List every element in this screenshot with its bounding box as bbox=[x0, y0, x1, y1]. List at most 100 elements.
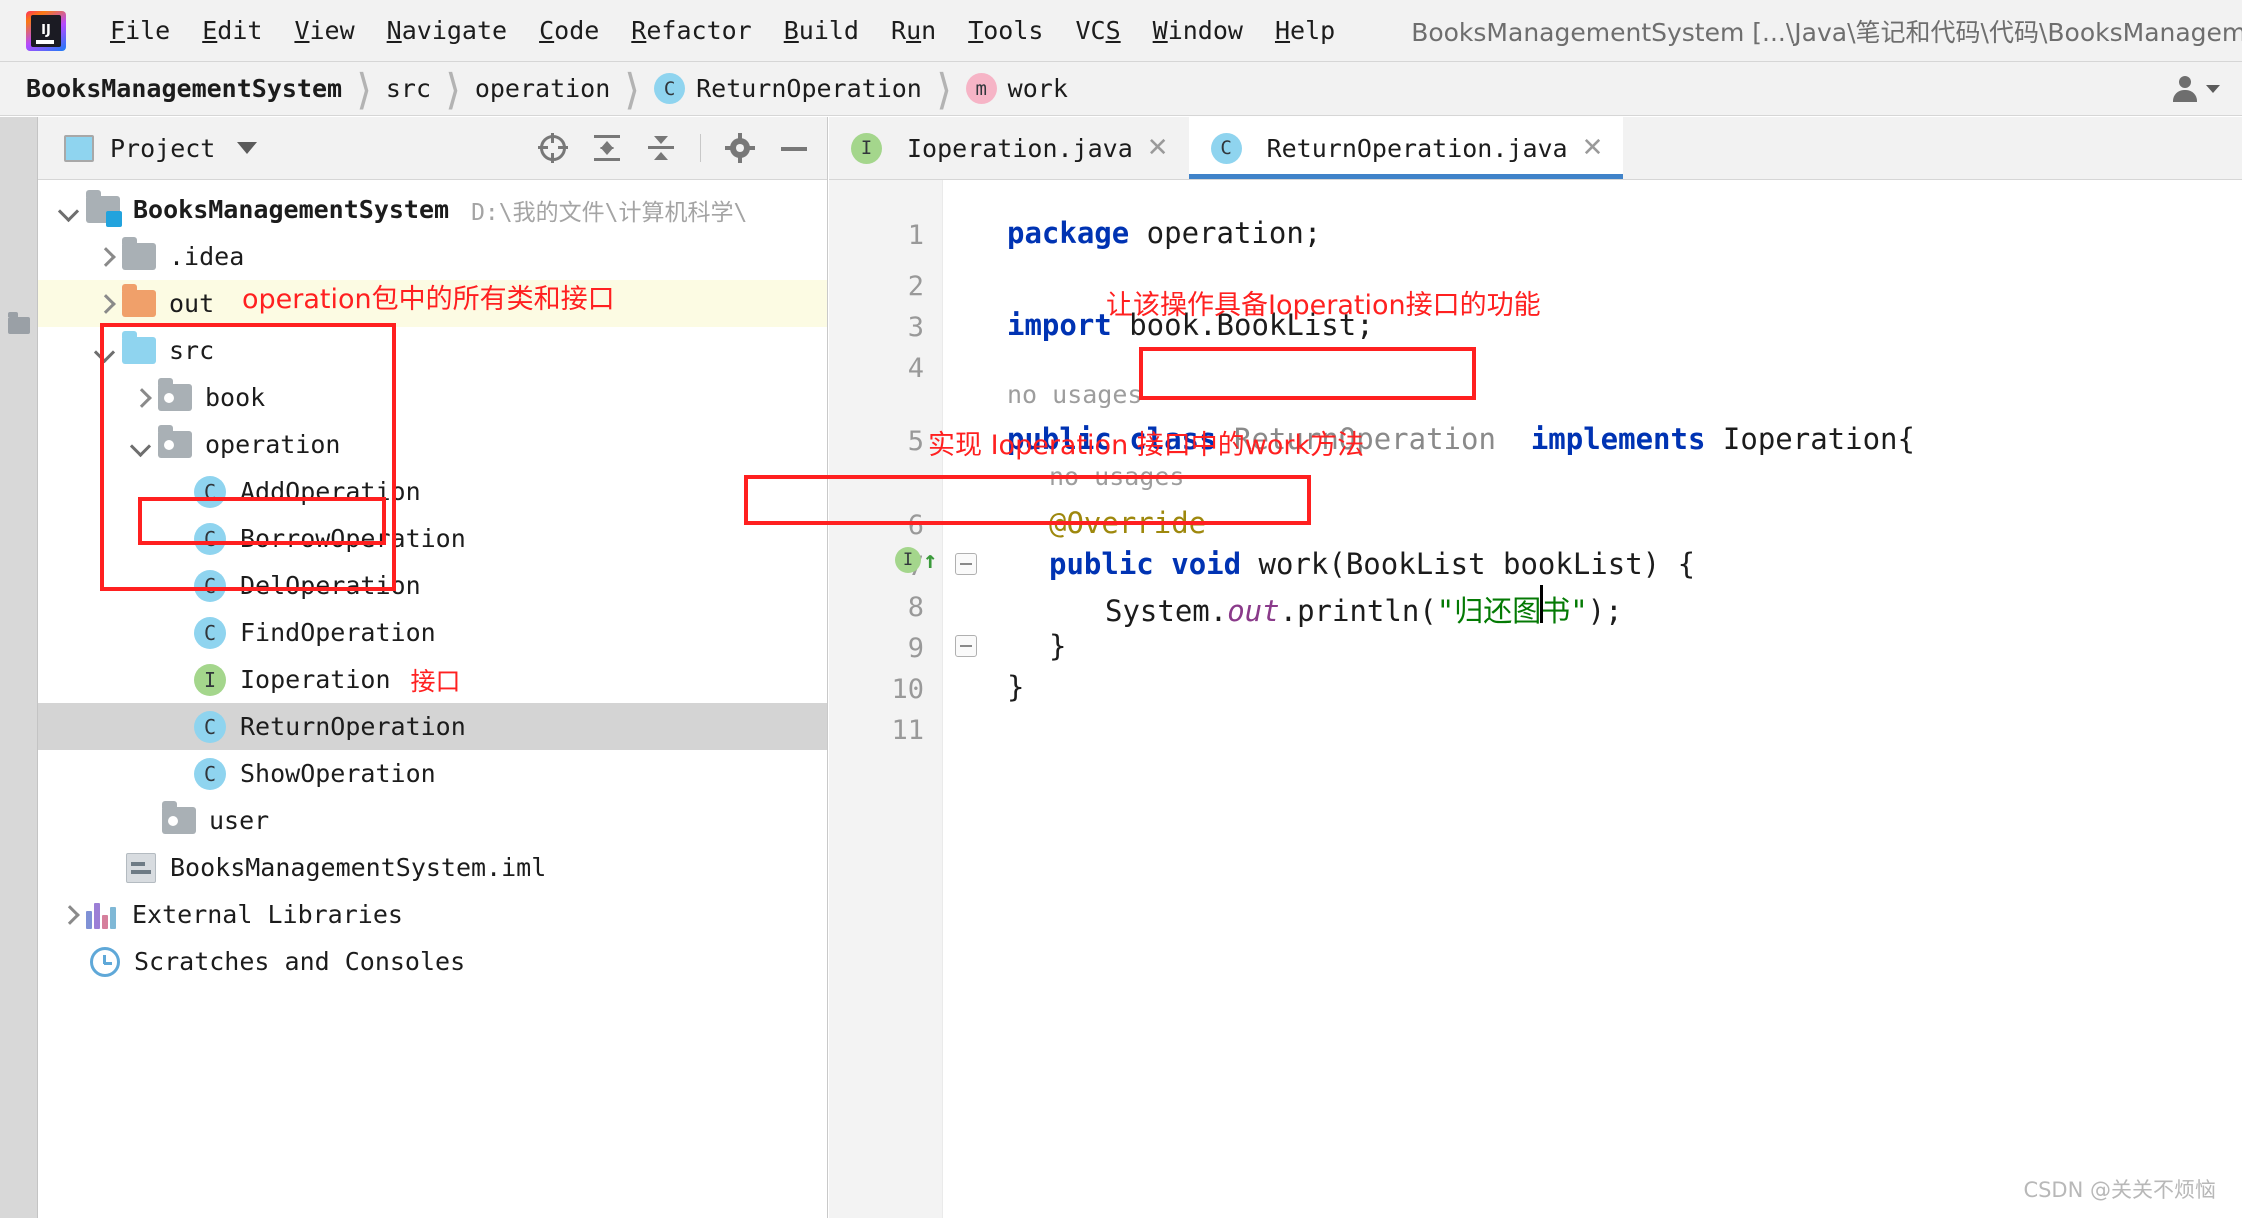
breadcrumb-label: src bbox=[386, 74, 431, 103]
menu-window[interactable]: Window bbox=[1137, 0, 1259, 62]
breadcrumb-separator: ❯ bbox=[625, 67, 639, 111]
menu-edit[interactable]: Edit bbox=[186, 0, 278, 62]
tree-node-addoperation[interactable]: C AddOperation bbox=[38, 468, 827, 515]
breadcrumb-item-work[interactable]: m work bbox=[966, 73, 1068, 104]
menu-help[interactable]: Help bbox=[1259, 0, 1351, 62]
line-number: 10 bbox=[891, 674, 924, 705]
tree-node-label: BooksManagementSystem bbox=[133, 195, 449, 224]
tree-node-booksmanagementsystem[interactable]: BooksManagementSystem D:\我的文件\计算机科学\ bbox=[38, 186, 827, 233]
string-literal: "归还图书" bbox=[1437, 594, 1588, 628]
usage-hint-class[interactable]: no usages bbox=[1007, 380, 1142, 409]
project-view-chevron-down-icon[interactable] bbox=[237, 142, 257, 154]
code-line-9: } bbox=[1049, 629, 1066, 663]
code-line-8: System.out.println("归还图书"); bbox=[1105, 588, 1623, 630]
tree-node-operation[interactable]: operation bbox=[38, 421, 827, 468]
implements-method-marker-icon[interactable]: I ↑ bbox=[895, 546, 937, 574]
keyword-public: public bbox=[1049, 547, 1154, 581]
code-line-1: package operation; bbox=[1007, 216, 1321, 250]
tree-node-scratches-consoles[interactable]: Scratches and Consoles bbox=[38, 938, 827, 985]
tree-node-returnoperation[interactable]: C ReturnOperation bbox=[38, 703, 827, 750]
line-number: 8 bbox=[908, 592, 924, 623]
code-editor[interactable]: 1 2 3 4 5 6 7 8 9 10 11 I ↑ package oper… bbox=[829, 180, 2242, 1218]
navigation-bar: BooksManagementSystem ❯ src ❯ operation … bbox=[0, 62, 2242, 116]
tree-node-idea[interactable]: .idea bbox=[38, 233, 827, 280]
breadcrumb-item-returnoperation[interactable]: C ReturnOperation bbox=[654, 73, 922, 104]
tree-node-borrowoperation[interactable]: C BorrowOperation bbox=[38, 515, 827, 562]
code-text: operation; bbox=[1129, 216, 1321, 250]
line-number: 1 bbox=[908, 220, 924, 251]
close-icon[interactable]: ✕ bbox=[1147, 133, 1169, 163]
breadcrumb-separator: ❯ bbox=[357, 67, 371, 111]
class-badge-icon: C bbox=[654, 73, 685, 104]
menu-build[interactable]: Build bbox=[768, 0, 875, 62]
tree-node-iml-file[interactable]: BooksManagementSystem.iml bbox=[38, 844, 827, 891]
keyword-import: import bbox=[1007, 308, 1112, 342]
code-text-area[interactable]: package operation; import book.BookList;… bbox=[993, 180, 2242, 1218]
tab-ioperation-java[interactable]: I Ioperation.java ✕ bbox=[829, 117, 1189, 179]
line-number: 11 bbox=[891, 715, 924, 746]
logo-bar bbox=[36, 40, 54, 44]
tree-node-label: Ioperation bbox=[240, 665, 391, 694]
line-number: 6 bbox=[908, 510, 924, 541]
chevron-down-icon[interactable] bbox=[54, 196, 82, 224]
account-icon[interactable] bbox=[2170, 74, 2200, 104]
breadcrumb-item-src[interactable]: src bbox=[386, 74, 431, 103]
breadcrumb-separator: ❯ bbox=[937, 67, 951, 111]
menu-code[interactable]: Code bbox=[523, 0, 615, 62]
locate-icon[interactable] bbox=[538, 133, 568, 163]
tree-node-book[interactable]: book bbox=[38, 374, 827, 421]
chevron-down-icon[interactable] bbox=[90, 337, 118, 365]
code-line-10: } bbox=[1007, 670, 1024, 704]
breadcrumb-item-project[interactable]: BooksManagementSystem bbox=[26, 74, 342, 103]
menu-file[interactable]: File bbox=[94, 0, 186, 62]
gear-icon[interactable] bbox=[725, 133, 755, 163]
menu-run[interactable]: Run bbox=[875, 0, 952, 62]
collapse-all-icon[interactable] bbox=[646, 133, 676, 163]
keyword-implements: implements bbox=[1531, 422, 1706, 456]
chevron-down-icon[interactable] bbox=[2206, 85, 2220, 93]
code-text: System. bbox=[1105, 594, 1227, 628]
window-title: BooksManagementSystem [...\Java\笔记和代码\代码… bbox=[1411, 13, 2242, 49]
iml-file-icon bbox=[126, 853, 156, 883]
tree-node-user[interactable]: user bbox=[38, 797, 827, 844]
chevron-right-icon[interactable] bbox=[90, 290, 118, 318]
menu-tools[interactable]: Tools bbox=[952, 0, 1059, 62]
class-icon: C bbox=[194, 476, 226, 508]
method-params: (BookList bookList) bbox=[1328, 547, 1660, 581]
code-fold-toggle[interactable] bbox=[955, 553, 977, 575]
menu-refactor[interactable]: Refactor bbox=[615, 0, 767, 62]
chevron-down-icon[interactable] bbox=[126, 431, 154, 459]
close-icon[interactable]: ✕ bbox=[1582, 133, 1604, 163]
breadcrumb-label: operation bbox=[475, 74, 610, 103]
tree-node-showoperation[interactable]: C ShowOperation bbox=[38, 750, 827, 797]
tree-node-label: DelOperation bbox=[240, 571, 421, 600]
class-icon: C bbox=[194, 617, 226, 649]
text-caret bbox=[1540, 585, 1543, 623]
tab-returnoperation-java[interactable]: C ReturnOperation.java ✕ bbox=[1189, 117, 1624, 179]
method-badge-icon: m bbox=[966, 73, 997, 104]
minimize-icon[interactable] bbox=[779, 133, 809, 163]
code-fold-toggle[interactable] bbox=[955, 635, 977, 657]
folder-icon bbox=[122, 243, 156, 270]
annotation-override: @Override bbox=[1049, 506, 1206, 540]
project-window-icon bbox=[64, 135, 94, 162]
chevron-right-icon[interactable] bbox=[126, 384, 154, 412]
chevron-right-icon[interactable] bbox=[90, 243, 118, 271]
expand-all-icon[interactable] bbox=[592, 133, 622, 163]
structure-folder-icon[interactable] bbox=[8, 317, 30, 334]
chevron-right-icon[interactable] bbox=[54, 901, 82, 929]
tree-node-src[interactable]: src bbox=[38, 327, 827, 374]
line-number: 4 bbox=[908, 353, 924, 384]
breadcrumb-item-operation[interactable]: operation bbox=[475, 74, 610, 103]
menu-bar: IJ File Edit View Navigate Code Refactor… bbox=[0, 0, 2242, 62]
menu-view[interactable]: View bbox=[278, 0, 370, 62]
package-icon bbox=[162, 807, 196, 834]
tree-node-findoperation[interactable]: C FindOperation bbox=[38, 609, 827, 656]
menu-vcs[interactable]: VCS bbox=[1059, 0, 1136, 62]
menu-navigate[interactable]: Navigate bbox=[371, 0, 523, 62]
usage-hint-method[interactable]: no usages bbox=[1049, 462, 1184, 491]
tree-node-external-libraries[interactable]: External Libraries bbox=[38, 891, 827, 938]
tree-node-ioperation[interactable]: I Ioperation 接口 bbox=[38, 656, 827, 703]
tree-node-deloperation[interactable]: C DelOperation bbox=[38, 562, 827, 609]
code-text: { bbox=[1898, 422, 1915, 456]
